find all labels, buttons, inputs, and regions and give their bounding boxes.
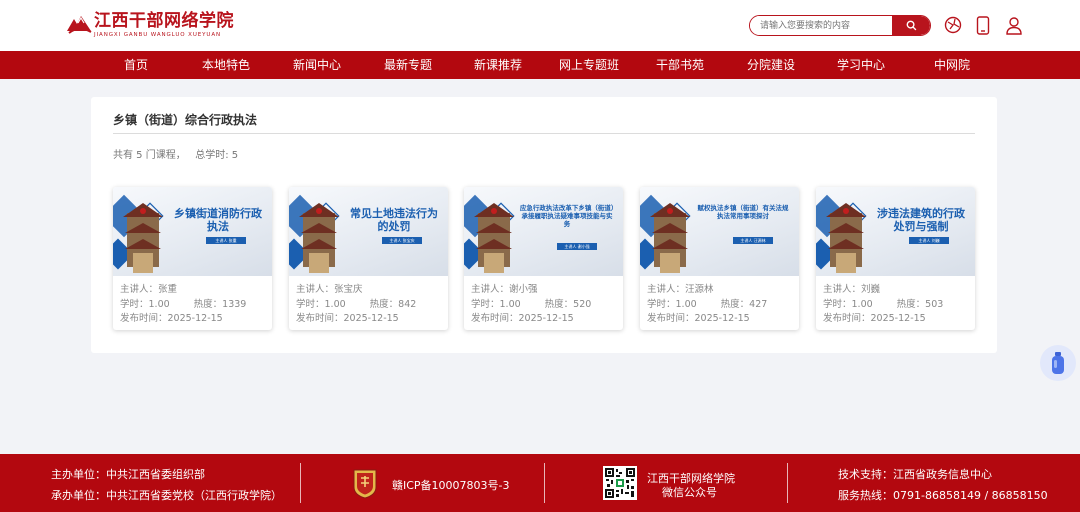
- footer-divider: [544, 463, 545, 503]
- search-input[interactable]: [750, 16, 893, 35]
- course-speaker: 主讲人：张宝庆: [296, 284, 363, 295]
- tower-emblem-icon: [113, 194, 164, 273]
- nav-item-latest-topics[interactable]: 最新专题: [384, 51, 432, 79]
- course-thumbnail[interactable]: 常见土地违法行为的处罚 主讲人 张宝庆: [289, 187, 448, 276]
- course-card[interactable]: 赋权执法乡镇（街道）有关法规执法常用事项探讨 主讲人 汪源林 主讲人：汪源林 学…: [640, 187, 799, 330]
- user-account-icon[interactable]: [1003, 14, 1025, 36]
- thumbnail-speaker-tag: 主讲人 汪源林: [733, 237, 773, 244]
- thumbnail-title: 常见土地违法行为的处罚: [350, 207, 438, 234]
- course-card[interactable]: 乡镇街道消防行政执法 主讲人 张重 主讲人：张重 学时：1.00 热度：1339…: [113, 187, 272, 330]
- footer-icp-link[interactable]: 赣ICP备10007803号-3: [392, 477, 510, 493]
- thumbnail-title: 应急行政执法改革下乡镇（街道）承接履职执法疑难事项技能与实务: [519, 204, 615, 228]
- course-thumbnail[interactable]: 涉违法建筑的行政处罚与强制 主讲人 刘巍: [816, 187, 975, 276]
- mobile-phone-icon[interactable]: [972, 14, 994, 36]
- course-date: 发布时间：2025-12-15: [823, 313, 926, 324]
- course-card[interactable]: 应急行政执法改革下乡镇（街道）承接履职执法疑难事项技能与实务 主讲人 谢小强 主…: [464, 187, 623, 330]
- course-card[interactable]: 涉违法建筑的行政处罚与强制 主讲人 刘巍 主讲人：刘巍 学时：1.00 热度：5…: [816, 187, 975, 330]
- course-thumbnail[interactable]: 应急行政执法改革下乡镇（街道）承接履职执法疑难事项技能与实务 主讲人 谢小强: [464, 187, 623, 276]
- thumbnail-title: 涉违法建筑的行政处罚与强制: [877, 207, 965, 234]
- thumbnail-speaker-tag: 主讲人 张重: [206, 237, 246, 244]
- nav-item-china-academy[interactable]: 中网院: [934, 51, 970, 79]
- course-panel: 乡镇（街道）综合行政执法 共有 5 门课程， 总学时: 5 乡镇街道消防行政执法: [91, 97, 997, 353]
- course-heat: 热度：427: [720, 298, 768, 310]
- thumbnail-speaker-tag: 主讲人 谢小强: [557, 243, 597, 250]
- nav-item-cadre-books[interactable]: 干部书苑: [656, 51, 704, 79]
- course-speaker: 主讲人：张重: [120, 284, 178, 295]
- course-date: 发布时间：2025-12-15: [471, 313, 574, 324]
- nav-item-branch-building[interactable]: 分院建设: [747, 51, 795, 79]
- nav-item-local-features[interactable]: 本地特色: [202, 51, 250, 79]
- floating-assistant-button[interactable]: [1040, 345, 1076, 381]
- language-globe-icon[interactable]: [942, 14, 964, 36]
- page-title: 乡镇（街道）综合行政执法: [113, 113, 258, 127]
- course-speaker: 主讲人：刘巍: [823, 284, 881, 295]
- thumbnail-speaker-tag: 主讲人 刘巍: [909, 237, 949, 244]
- course-heat: 热度：1339: [193, 298, 247, 310]
- course-date: 发布时间：2025-12-15: [296, 313, 399, 324]
- footer-organizer: 承办单位：中共江西省委党校（江西行政学院）: [51, 489, 282, 502]
- tower-emblem-icon: [464, 194, 515, 273]
- site-logo[interactable]: 江西干部网络学院 JIANGXI GANBU WANGLUO XUEYUAN: [66, 11, 234, 39]
- tower-emblem-icon: [816, 194, 867, 273]
- course-speaker: 主讲人：谢小强: [471, 284, 538, 295]
- wechat-qr-code: [603, 466, 637, 500]
- footer-divider: [300, 463, 301, 503]
- site-header: 江西干部网络学院 JIANGXI GANBU WANGLUO XUEYUAN: [0, 0, 1080, 51]
- course-card[interactable]: 常见土地违法行为的处罚 主讲人 张宝庆 主讲人：张宝庆 学时：1.00 热度：8…: [289, 187, 448, 330]
- party-school-emblem-icon: [352, 467, 378, 499]
- thumbnail-title: 乡镇街道消防行政执法: [174, 207, 262, 234]
- nav-item-new-courses[interactable]: 新课推荐: [474, 51, 522, 79]
- logo-emblem-icon: [66, 11, 92, 35]
- search-button[interactable]: [892, 16, 930, 35]
- course-thumbnail[interactable]: 赋权执法乡镇（街道）有关法规执法常用事项探讨 主讲人 汪源林: [640, 187, 799, 276]
- search-icon: [906, 20, 916, 31]
- course-date: 发布时间：2025-12-15: [647, 313, 750, 324]
- logo-title: 江西干部网络学院: [94, 11, 234, 31]
- nav-item-home[interactable]: 首页: [124, 51, 148, 79]
- course-summary: 共有 5 门课程， 总学时: 5: [113, 150, 239, 161]
- main-nav: 首页 本地特色 新闻中心 最新专题 新课推荐 网上专题班 干部书苑 分院建设 学…: [0, 51, 1080, 79]
- course-hours: 学时：1.00: [823, 298, 873, 310]
- nav-item-news[interactable]: 新闻中心: [293, 51, 341, 79]
- footer-host: 主办单位：中共江西省委组织部: [51, 468, 205, 481]
- course-hours: 学时：1.00: [471, 298, 521, 310]
- footer-hotline: 服务热线：0791-86858149 / 86858150: [838, 489, 1048, 502]
- course-hours: 学时：1.00: [120, 298, 170, 310]
- footer-tech-support: 技术支持：江西省政务信息中心: [838, 468, 992, 481]
- course-hours: 学时：1.00: [647, 298, 697, 310]
- nav-item-online-classes[interactable]: 网上专题班: [559, 51, 619, 79]
- thumbnail-speaker-tag: 主讲人 张宝庆: [382, 237, 422, 244]
- assistant-bottle-icon: [1052, 352, 1064, 374]
- nav-item-learning-center[interactable]: 学习中心: [837, 51, 885, 79]
- course-thumbnail[interactable]: 乡镇街道消防行政执法 主讲人 张重: [113, 187, 272, 276]
- course-heat: 热度：503: [896, 298, 944, 310]
- thumbnail-title: 赋权执法乡镇（街道）有关法规执法常用事项探讨: [697, 204, 789, 220]
- search-box: [749, 15, 931, 36]
- footer-wechat-label: 微信公众号: [662, 486, 717, 499]
- footer-divider: [787, 463, 788, 503]
- course-hours: 学时：1.00: [296, 298, 346, 310]
- logo-subtitle: JIANGXI GANBU WANGLUO XUEYUAN: [94, 32, 222, 38]
- title-divider: [113, 133, 975, 134]
- site-footer: 主办单位：中共江西省委组织部 承办单位：中共江西省委党校（江西行政学院） 赣IC…: [0, 454, 1080, 512]
- tower-emblem-icon: [289, 194, 340, 273]
- tower-emblem-icon: [640, 194, 691, 273]
- course-heat: 热度：842: [369, 298, 417, 310]
- course-speaker: 主讲人：汪源林: [647, 284, 714, 295]
- course-date: 发布时间：2025-12-15: [120, 313, 223, 324]
- course-heat: 热度：520: [544, 298, 592, 310]
